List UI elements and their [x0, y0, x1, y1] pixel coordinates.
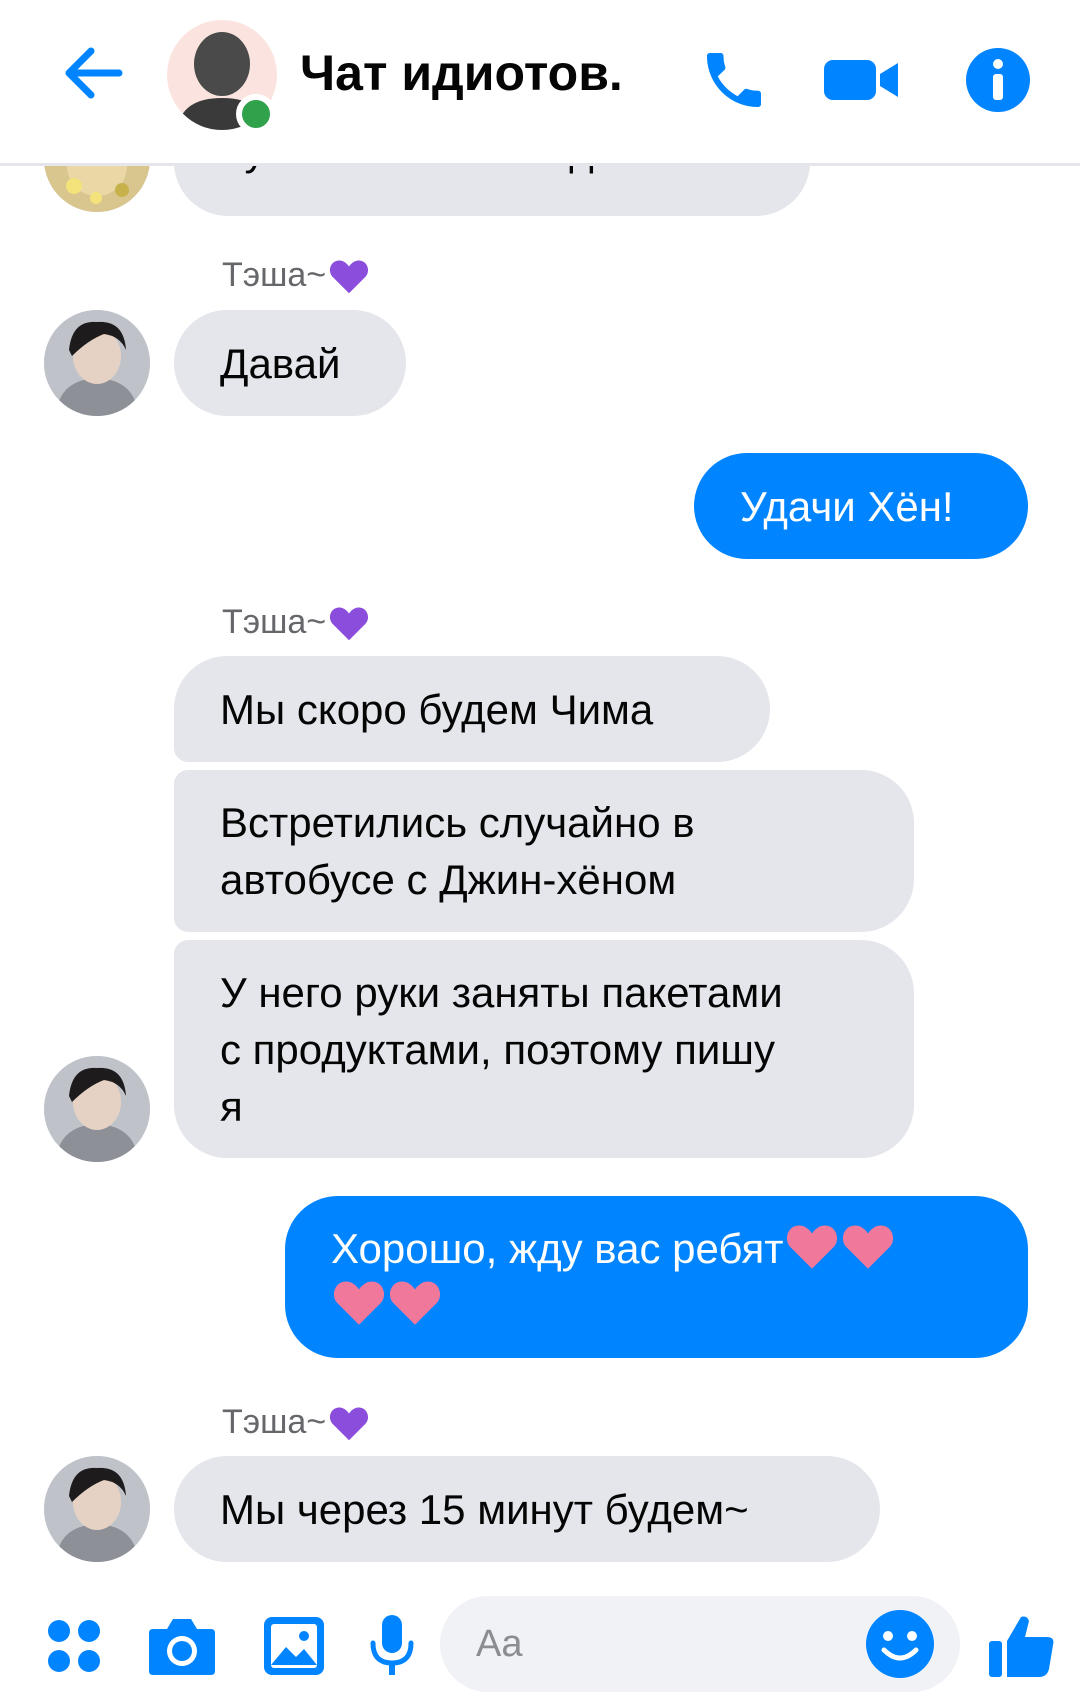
message-text: Встретились случайно в автобусе с Джин-х…	[220, 799, 695, 903]
sender-name: Тэша~	[222, 603, 370, 642]
gallery-button[interactable]	[254, 1606, 334, 1686]
sender-label: Тэша~	[222, 603, 327, 641]
message-text: У него руки заняты пакетами с продуктами…	[220, 968, 783, 1130]
apps-icon	[48, 1620, 100, 1672]
online-indicator	[236, 94, 276, 134]
message-input-box[interactable]	[440, 1596, 960, 1692]
message-list[interactable]: Куплю все необходимое Тэша~ Давай Удачи …	[0, 166, 1080, 1584]
camera-icon	[149, 1619, 215, 1675]
sender-name: Тэша~	[222, 256, 370, 295]
message-text: Давай	[220, 339, 341, 387]
message-text: Куплю все необходимое	[220, 166, 693, 179]
info-button[interactable]	[958, 40, 1038, 120]
video-camera-icon	[824, 60, 898, 100]
message-bubble[interactable]: У него руки заняты пакетами с продуктами…	[174, 940, 914, 1158]
message-bubble-outgoing[interactable]: Удачи Хён!	[694, 453, 1028, 559]
microphone-icon	[370, 1615, 414, 1675]
emoji-icon	[866, 1610, 934, 1678]
message-bubble[interactable]: Мы через 15 минут будем~	[174, 1456, 880, 1562]
avatar[interactable]	[44, 166, 150, 212]
heart-emoji-icon	[842, 1225, 893, 1269]
message-text: Удачи Хён!	[740, 482, 954, 530]
composer-bar	[0, 1584, 1080, 1700]
camera-button[interactable]	[142, 1606, 222, 1686]
sender-name: Тэша~	[222, 1403, 370, 1442]
arrow-left-icon	[65, 47, 123, 99]
message-text: Хорошо, жду вас ребят	[331, 1225, 784, 1272]
back-button[interactable]	[58, 38, 128, 108]
message-bubble[interactable]: Давай	[174, 310, 406, 416]
thumbs-up-icon	[989, 1616, 1054, 1677]
message-bubble[interactable]: Куплю все необходимое	[174, 166, 810, 216]
voice-call-button[interactable]	[694, 40, 774, 120]
chat-header: Чат идиотов.	[0, 0, 1080, 166]
emoji-button[interactable]	[860, 1604, 940, 1684]
message-text: Мы скоро будем Чима	[220, 685, 654, 733]
sender-label: Тэша~	[222, 1403, 327, 1441]
voice-message-button[interactable]	[352, 1606, 432, 1686]
chat-title[interactable]: Чат идиотов.	[300, 44, 623, 102]
message-text: Мы через 15 минут будем~	[220, 1485, 749, 1533]
purple-heart-icon	[330, 1406, 369, 1440]
phone-icon	[707, 53, 761, 107]
info-icon	[966, 48, 1030, 112]
apps-button[interactable]	[34, 1606, 114, 1686]
purple-heart-icon	[330, 259, 369, 293]
heart-emoji-icon	[786, 1225, 837, 1269]
avatar[interactable]	[44, 1056, 150, 1162]
purple-heart-icon	[330, 606, 369, 640]
message-bubble-outgoing[interactable]: Хорошо, жду вас ребят	[285, 1196, 1028, 1358]
message-bubble[interactable]: Встретились случайно в автобусе с Джин-х…	[174, 770, 914, 932]
avatar[interactable]	[44, 310, 150, 416]
avatar[interactable]	[44, 1456, 150, 1562]
video-call-button[interactable]	[822, 40, 902, 120]
heart-emoji-icon	[389, 1281, 441, 1325]
image-icon	[264, 1617, 324, 1675]
message-bubble[interactable]: Мы скоро будем Чима	[174, 656, 770, 762]
heart-emoji-icon	[333, 1281, 385, 1325]
like-button[interactable]	[982, 1606, 1062, 1686]
sender-label: Тэша~	[222, 256, 327, 294]
message-input[interactable]	[476, 1622, 856, 1666]
